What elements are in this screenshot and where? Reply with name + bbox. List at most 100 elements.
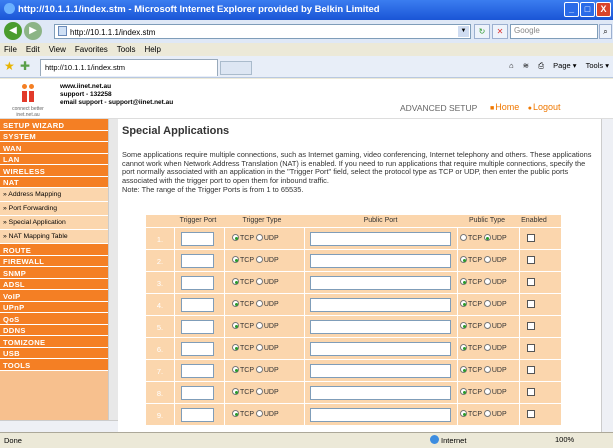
- trigger-type-tcp-radio[interactable]: [232, 322, 239, 329]
- trigger-port-input[interactable]: [181, 232, 214, 246]
- sidebar-item-tomizone[interactable]: TOMIZONE: [0, 336, 108, 348]
- sidebar-item-address-mapping[interactable]: » Address Mapping: [0, 188, 108, 202]
- browser-tab[interactable]: http://10.1.1.1/index.stm: [40, 59, 218, 76]
- enabled-checkbox[interactable]: [527, 234, 535, 242]
- public-type-tcp-radio[interactable]: [460, 410, 467, 417]
- public-port-input[interactable]: [310, 298, 451, 312]
- menu-help[interactable]: Help: [144, 45, 160, 54]
- menu-tools[interactable]: Tools: [117, 45, 136, 54]
- tools-menu[interactable]: Tools ▾: [586, 61, 609, 70]
- public-port-input[interactable]: [310, 320, 451, 334]
- page-scrollbar[interactable]: [601, 119, 613, 432]
- trigger-type-tcp-radio[interactable]: [232, 344, 239, 351]
- sidebar-item-port-forwarding[interactable]: » Port Forwarding: [0, 202, 108, 216]
- sidebar-item-system[interactable]: SYSTEM: [0, 130, 108, 142]
- trigger-type-udp-radio[interactable]: [255, 234, 263, 241]
- home-link[interactable]: Home: [495, 102, 519, 112]
- enabled-checkbox[interactable]: [527, 344, 535, 352]
- public-type-tcp-radio[interactable]: [460, 344, 467, 351]
- home-icon[interactable]: ⌂: [509, 61, 514, 70]
- sidebar-item-snmp[interactable]: SNMP: [0, 267, 108, 279]
- public-type-tcp-radio[interactable]: [460, 322, 467, 329]
- sidebar-item-tools[interactable]: TOOLS: [0, 359, 108, 371]
- public-port-input[interactable]: [310, 342, 451, 356]
- trigger-port-input[interactable]: [181, 320, 214, 334]
- trigger-type-udp-radio[interactable]: [255, 256, 263, 263]
- public-port-input[interactable]: [310, 232, 451, 246]
- sidebar-scrollbar[interactable]: [108, 119, 118, 432]
- maximize-button[interactable]: □: [580, 2, 595, 17]
- sidebar-item-voip[interactable]: VoIP: [0, 290, 108, 302]
- favorites-star-icon[interactable]: ★: [4, 59, 15, 73]
- trigger-type-tcp-radio[interactable]: [232, 300, 239, 307]
- enabled-checkbox[interactable]: [527, 300, 535, 308]
- trigger-type-tcp-radio[interactable]: [232, 366, 239, 373]
- public-type-udp-radio[interactable]: [483, 322, 491, 329]
- menu-favorites[interactable]: Favorites: [75, 45, 108, 54]
- public-type-udp-radio[interactable]: [483, 256, 491, 263]
- feeds-icon[interactable]: ≋: [523, 61, 529, 70]
- trigger-type-tcp-radio[interactable]: [232, 278, 239, 285]
- menu-view[interactable]: View: [49, 45, 66, 54]
- trigger-port-input[interactable]: [181, 342, 214, 356]
- sidebar-item-lan[interactable]: LAN: [0, 153, 108, 165]
- public-type-udp-radio[interactable]: [483, 300, 491, 307]
- sidebar-item-nat[interactable]: NAT: [0, 176, 108, 188]
- add-favorite-icon[interactable]: ✚: [20, 59, 30, 73]
- trigger-type-udp-radio[interactable]: [255, 366, 263, 373]
- trigger-port-input[interactable]: [181, 254, 214, 268]
- print-icon[interactable]: ⎙: [538, 61, 544, 70]
- public-type-udp-radio[interactable]: [483, 366, 491, 373]
- enabled-checkbox[interactable]: [527, 366, 535, 374]
- public-type-tcp-radio[interactable]: [460, 300, 467, 307]
- trigger-port-input[interactable]: [181, 364, 214, 378]
- public-type-udp-radio[interactable]: [483, 388, 491, 395]
- public-port-input[interactable]: [310, 254, 451, 268]
- public-type-udp-radio[interactable]: [483, 278, 491, 285]
- address-dropdown-icon[interactable]: ▼: [458, 26, 469, 37]
- enabled-checkbox[interactable]: [527, 410, 535, 418]
- sidebar-item-route[interactable]: ROUTE: [0, 244, 108, 256]
- trigger-port-input[interactable]: [181, 386, 214, 400]
- close-button[interactable]: X: [596, 2, 611, 17]
- sidebar-item-firewall[interactable]: FIREWALL: [0, 255, 108, 267]
- sidebar-item-nat-mapping-table[interactable]: » NAT Mapping Table: [0, 230, 108, 244]
- public-type-tcp-radio[interactable]: [460, 234, 467, 241]
- public-type-tcp-radio[interactable]: [460, 366, 467, 373]
- back-button[interactable]: ◀: [4, 22, 22, 40]
- enabled-checkbox[interactable]: [527, 322, 535, 330]
- logout-link[interactable]: Logout: [533, 102, 561, 112]
- trigger-type-tcp-radio[interactable]: [232, 388, 239, 395]
- new-tab-button[interactable]: [220, 61, 252, 75]
- menu-edit[interactable]: Edit: [26, 45, 40, 54]
- stop-button[interactable]: ✕: [492, 24, 508, 39]
- public-type-udp-radio[interactable]: [483, 344, 491, 351]
- public-type-tcp-radio[interactable]: [460, 278, 467, 285]
- public-type-tcp-radio[interactable]: [460, 388, 467, 395]
- trigger-port-input[interactable]: [181, 298, 214, 312]
- enabled-checkbox[interactable]: [527, 388, 535, 396]
- sidebar-item-wireless[interactable]: WIRELESS: [0, 165, 108, 177]
- trigger-type-udp-radio[interactable]: [255, 344, 263, 351]
- trigger-type-tcp-radio[interactable]: [232, 256, 239, 263]
- sidebar-item-upnp[interactable]: UPnP: [0, 301, 108, 313]
- trigger-port-input[interactable]: [181, 408, 214, 422]
- trigger-type-udp-radio[interactable]: [255, 388, 263, 395]
- address-bar[interactable]: http://10.1.1.1/index.stm ▼: [54, 24, 471, 39]
- public-port-input[interactable]: [310, 386, 451, 400]
- public-type-tcp-radio[interactable]: [460, 256, 467, 263]
- trigger-port-input[interactable]: [181, 276, 214, 290]
- zoom-level[interactable]: 100%: [555, 435, 574, 444]
- enabled-checkbox[interactable]: [527, 278, 535, 286]
- enabled-checkbox[interactable]: [527, 256, 535, 264]
- sidebar-item-adsl[interactable]: ADSL: [0, 278, 108, 290]
- forward-button[interactable]: ▶: [24, 22, 42, 40]
- public-port-input[interactable]: [310, 364, 451, 378]
- sidebar-horizontal-scrollbar[interactable]: [0, 420, 118, 432]
- sidebar-item-wan[interactable]: WAN: [0, 142, 108, 154]
- trigger-type-udp-radio[interactable]: [255, 300, 263, 307]
- sidebar-item-special-application[interactable]: » Special Application: [0, 216, 108, 230]
- public-type-udp-radio[interactable]: [483, 410, 491, 417]
- sidebar-item-qos[interactable]: QoS: [0, 313, 108, 325]
- trigger-type-udp-radio[interactable]: [255, 410, 263, 417]
